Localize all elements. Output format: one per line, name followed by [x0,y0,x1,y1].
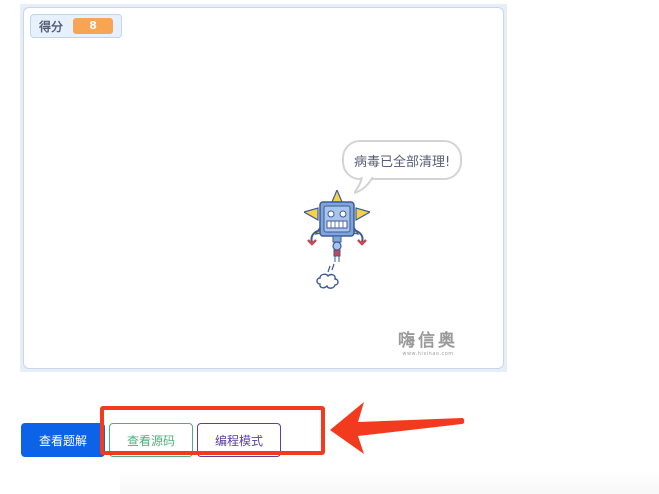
bottom-fade [120,470,659,494]
score-label: 得分 [39,19,64,34]
annotation-highlight-box [100,406,325,455]
stage-frame: 得分 8 病毒已全部清理! 嗨信奥 www.hixinao.com [20,4,507,372]
view-solution-button[interactable]: 查看题解 [21,423,105,457]
speech-text: 病毒已全部清理! [354,154,451,170]
watermark-url: www.hixinao.com [402,351,454,357]
stage[interactable]: 得分 8 病毒已全部清理! 嗨信奥 www.hixinao.com [23,7,504,369]
score-monitor: 得分 8 [30,14,123,38]
watermark-logo: 嗨信奥 www.hixinao.com [396,326,460,357]
page: 得分 8 病毒已全部清理! 嗨信奥 www.hixinao.com 查看题解 查… [0,0,659,494]
score-value: 8 [73,18,114,34]
robot-icon[interactable] [304,190,370,294]
arrow-left-icon [330,402,465,454]
watermark-title: 嗨信奥 [398,331,458,351]
